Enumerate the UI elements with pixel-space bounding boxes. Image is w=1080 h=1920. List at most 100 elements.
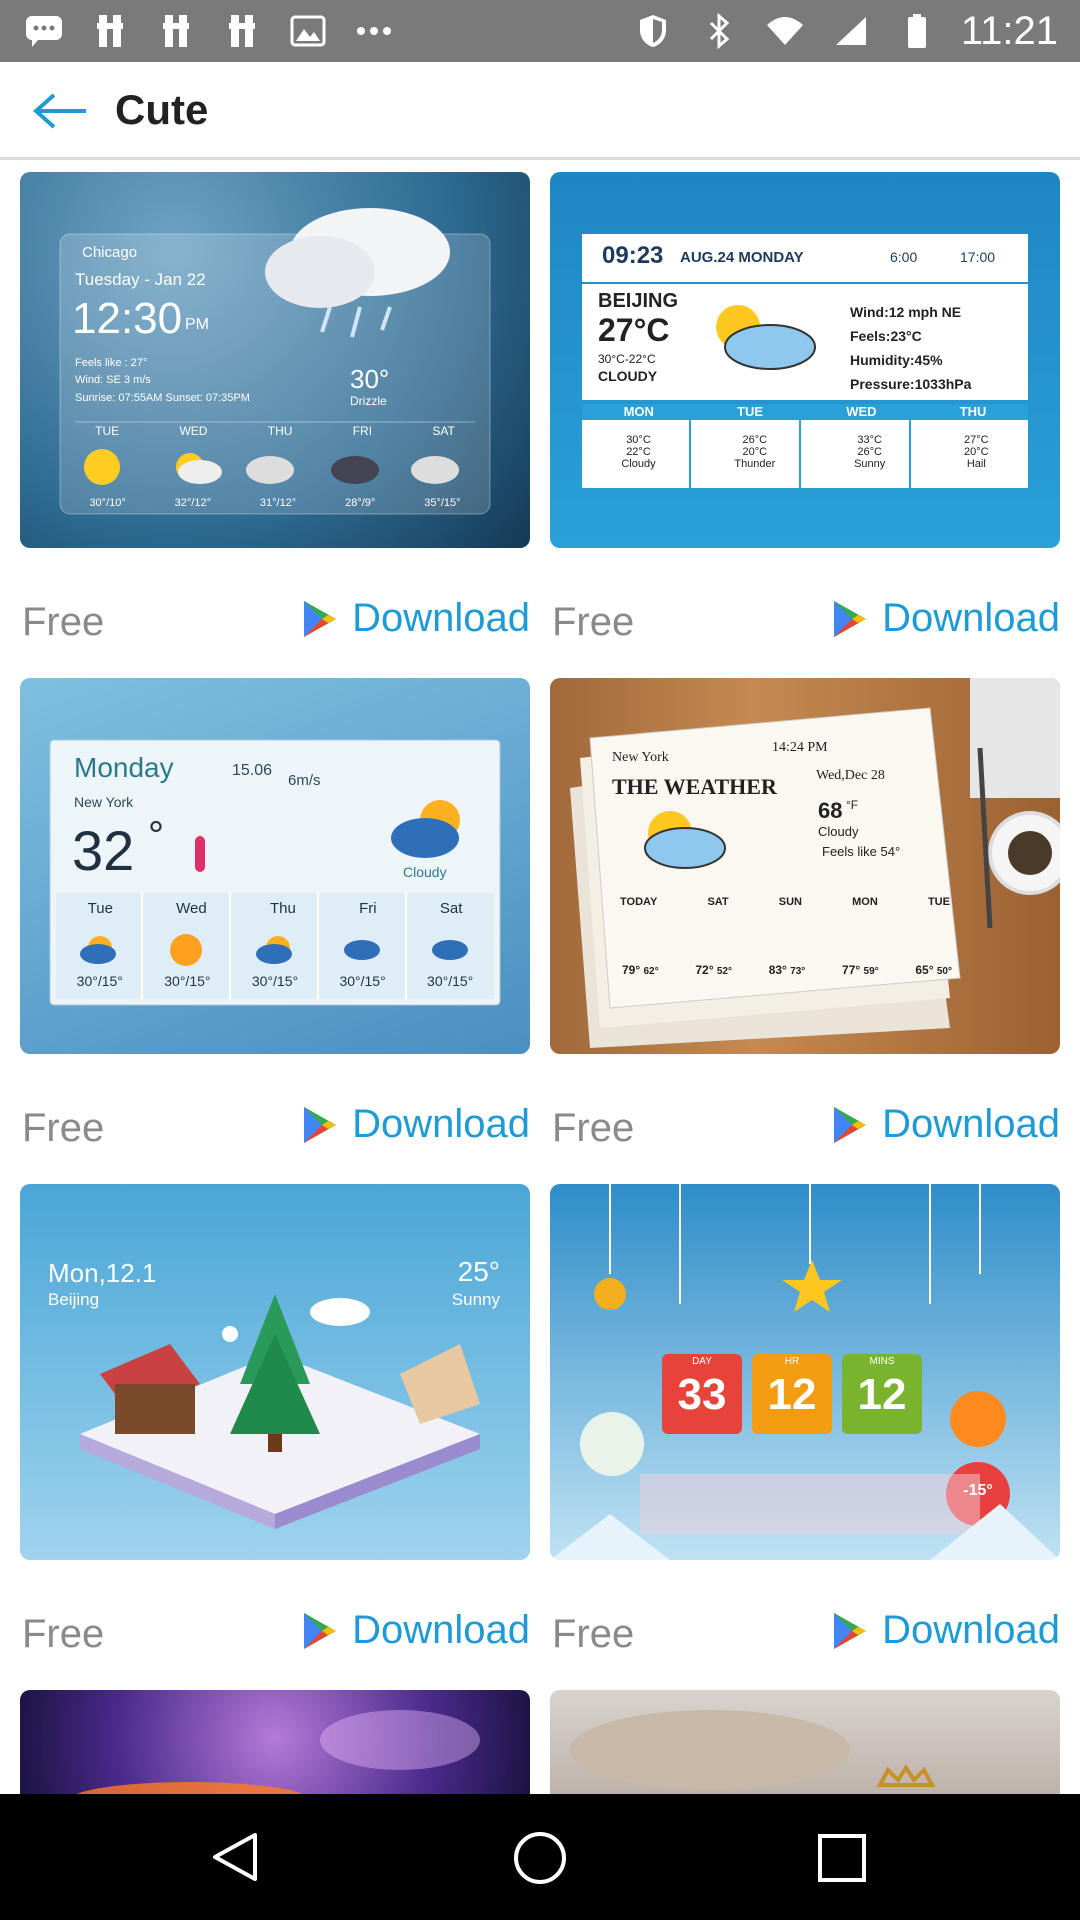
theme-preview[interactable]: DAY 33 HR 12 MINS 12 -15° [550,1184,1060,1560]
preview-city: New York [612,750,669,765]
app-bar: Cute [0,62,1080,160]
signal-icon [829,11,873,51]
countdown-min-label: MINS [869,1356,895,1367]
forecast-low: 50° [936,966,952,977]
preview-cond: CLOUDY [598,368,658,384]
forecast-low: 62° [643,966,659,977]
preview-sun: Sunrise: 07:55AM Sunset: 07:35PM [75,392,250,404]
theme-preview[interactable] [20,1690,530,1810]
back-button[interactable] [20,78,100,144]
theme-card[interactable]: DAY 33 HR 12 MINS 12 -15° Free Download [550,1184,1060,1656]
crown-icon [876,1764,936,1787]
nav-recents-button[interactable] [808,1824,876,1892]
notification-icon [220,11,264,51]
forecast-low: 59° [863,966,879,977]
forecast-high: 27°C [964,434,989,446]
forecast-day: Fri [359,900,377,917]
forecast-low: 52° [716,966,732,977]
download-button[interactable]: Download [830,596,1060,641]
download-button[interactable]: Download [830,1608,1060,1653]
notification-icon [88,11,132,51]
price-label: Free [22,600,105,644]
price-label: Free [552,600,635,644]
preview-title: THE WEATHER [612,774,777,799]
theme-card[interactable]: New York 14:24 PM THE WEATHER Wed,Dec 28… [550,678,1060,1150]
theme-preview[interactable]: 09:23 AUG.24 MONDAY 6:00 17:00 BEIJING 2… [550,172,1060,548]
theme-preview[interactable] [550,1690,1060,1810]
theme-preview[interactable]: Mon,12.1 Beijing 25° Sunny [20,1184,530,1560]
forecast-temp: 32°/12° [174,497,211,509]
forecast-temp: 30°/15° [427,973,474,989]
theme-card[interactable] [550,1690,1060,1810]
download-button[interactable]: Download [830,1102,1060,1147]
download-label: Download [352,1608,530,1652]
theme-preview[interactable]: Monday 15.06 6m/s New York 32 ° Cloudy T… [20,678,530,1054]
forecast-high: 65° [915,963,934,977]
preview-city: BEIJING [598,290,679,312]
preview-time: 14:24 PM [772,740,828,755]
preview-time: 12:30 [72,294,183,343]
image-icon [286,11,330,51]
theme-card[interactable]: Mon,12.1 Beijing 25° Sunny Free Download [20,1184,530,1656]
nav-home-button[interactable] [506,1824,574,1892]
theme-card[interactable]: Chicago Tuesday - Jan 22 12:30 PM Feels … [20,172,530,644]
forecast-day: TODAY [620,896,658,908]
forecast-day: WED [846,404,877,419]
forecast-high: 30°C [626,434,651,446]
forecast-day: WED [179,424,208,438]
preview-pressure: Pressure:1033hPa [850,376,972,392]
download-button[interactable]: Download [300,1608,530,1653]
theme-card[interactable]: Monday 15.06 6m/s New York 32 ° Cloudy T… [20,678,530,1150]
card-meta: Free Download [20,548,530,678]
download-button[interactable]: Download [300,596,530,641]
play-store-icon [304,1106,337,1143]
download-label: Download [882,596,1060,640]
theme-preview[interactable]: Chicago Tuesday - Jan 22 12:30 PM Feels … [20,172,530,548]
preview-cond: Sunny [451,1290,500,1309]
preview-temp: 30° [350,364,390,394]
preview-day: Monday [74,752,174,783]
forecast-temp: 35°/15° [424,497,461,509]
forecast-day: SAT [432,424,455,438]
theme-preview[interactable]: New York 14:24 PM THE WEATHER Wed,Dec 28… [550,678,1060,1054]
forecast-cond: Hail [966,458,986,470]
preview-feels: Feels like 54° [822,844,901,859]
preview-cond: Cloudy [403,864,447,880]
forecast-day: Tue [87,900,113,917]
forecast-day: SAT [707,896,729,908]
forecast-day: MON [852,896,878,908]
preview-temp: -15° [963,1482,993,1499]
countdown-day-label: DAY [692,1356,712,1367]
card-meta: Free Download [20,1560,530,1690]
forecast-cond: Sunny [854,458,886,470]
preview-ampm: PM [185,316,209,333]
bluetooth-icon [697,11,741,51]
preview-feels: Feels like : 27° [75,357,148,369]
navigation-bar [0,1794,1080,1920]
preview-unit: °F [846,798,859,812]
download-button[interactable]: Download [300,1102,530,1147]
theme-card[interactable]: 09:23 AUG.24 MONDAY 6:00 17:00 BEIJING 2… [550,172,1060,644]
notification-icon [154,11,198,51]
forecast-high: 77° [842,963,861,977]
status-bar: 11:21 [0,0,1080,62]
forecast-cond: Cloudy [621,458,656,470]
card-meta: Free Download [550,1054,1060,1184]
play-store-icon [834,600,867,637]
preview-degree: ° [148,814,164,858]
nav-home-icon [514,1832,566,1884]
preview-city: Chicago [82,244,138,261]
back-arrow-icon [32,93,86,129]
forecast-low: 20°C [742,446,768,458]
countdown-day: 33 [677,1370,727,1419]
nav-back-button[interactable] [202,1824,268,1890]
download-label: Download [352,1102,530,1146]
preview-temp: 27°C [598,312,670,348]
download-label: Download [352,596,530,640]
preview-wind: 6m/s [288,772,321,789]
forecast-day: Thu [270,900,296,917]
countdown-min: 12 [857,1370,907,1419]
download-label: Download [882,1102,1060,1146]
forecast-high: 79° [622,963,641,977]
theme-card[interactable] [20,1690,530,1810]
